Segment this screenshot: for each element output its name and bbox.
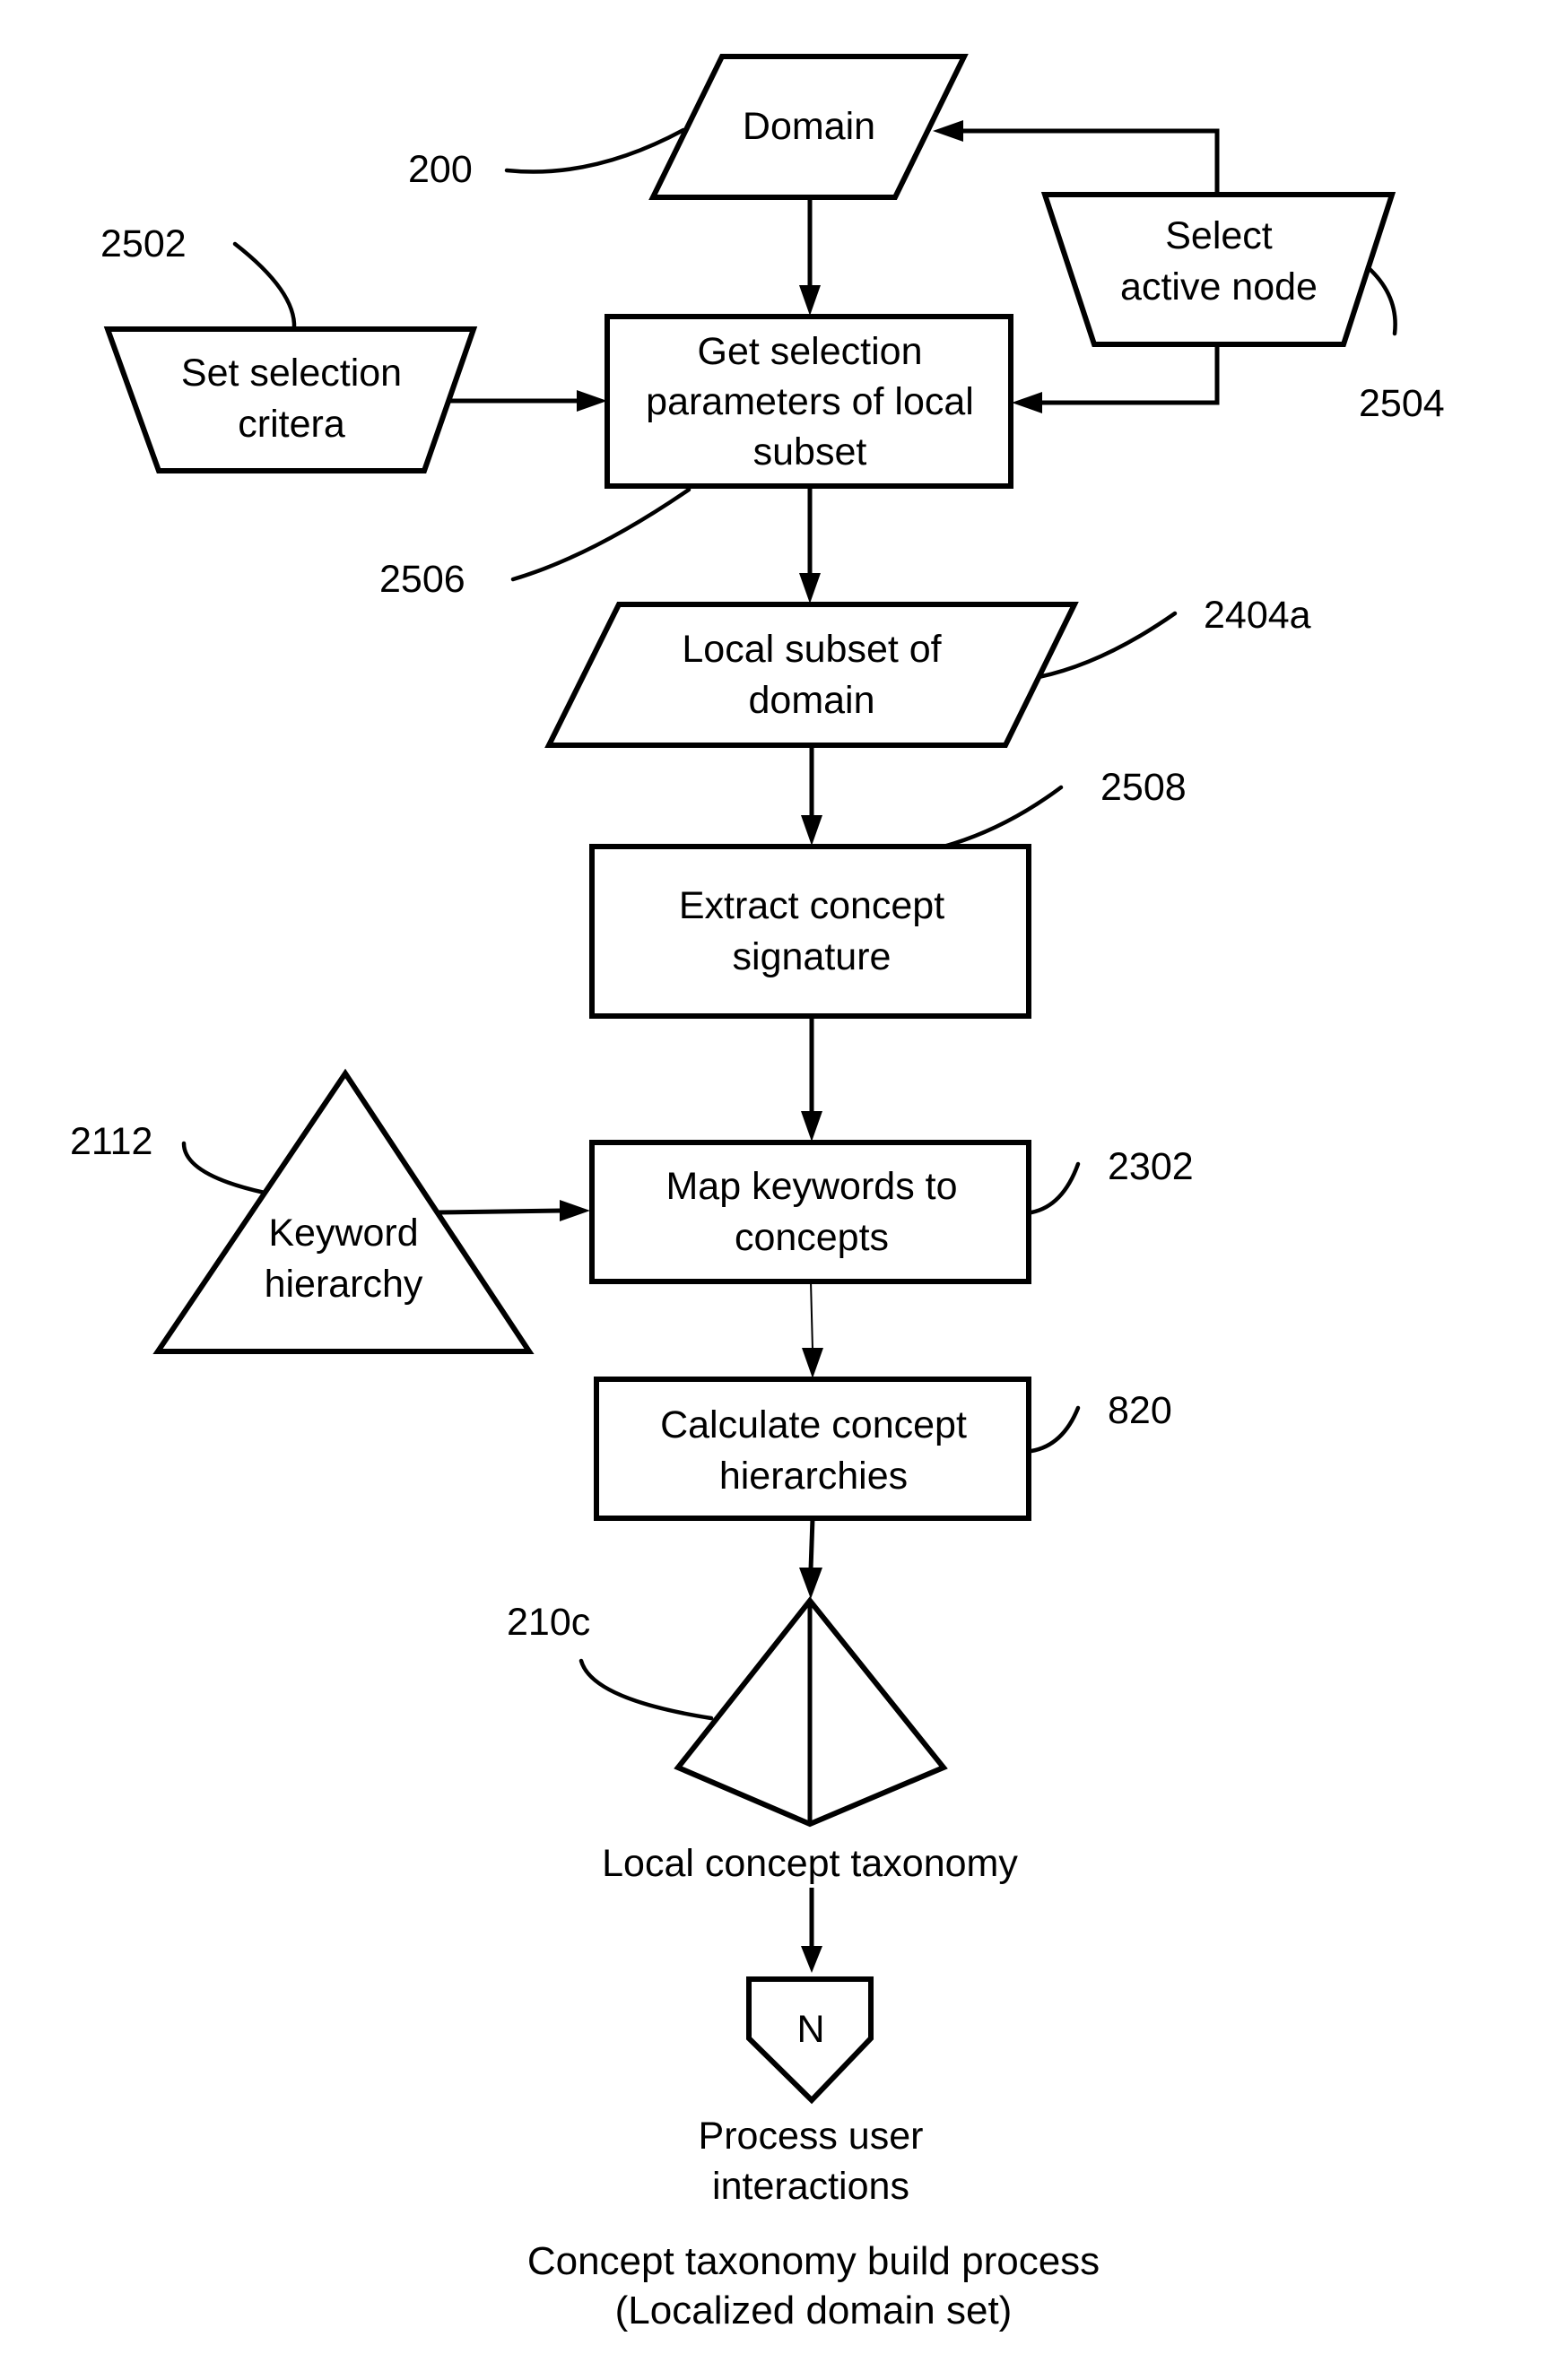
arrowhead <box>801 815 822 846</box>
ref-2508: 2508 <box>941 766 1187 849</box>
node-label: Select <box>1165 214 1273 257</box>
ref-label: 2506 <box>379 558 465 601</box>
node-label: Process user <box>699 2115 924 2158</box>
figure-caption-line-2: (Localized domain set) <box>615 2289 1013 2332</box>
ref-2506: 2506 <box>379 487 692 601</box>
ref-2112: 2112 <box>70 1120 267 1195</box>
node-label: domain <box>748 679 874 722</box>
arrowhead <box>1012 392 1042 413</box>
node-label: Calculate concept <box>660 1403 967 1446</box>
leader-line <box>1029 1161 1081 1215</box>
node-label: concepts <box>735 1216 889 1259</box>
node-label: Map keywords to <box>665 1165 957 1208</box>
arrowhead <box>802 1348 823 1378</box>
leader-line <box>1365 265 1397 336</box>
node-off-page-connector: N Process user interactions <box>699 1976 924 2208</box>
node-label: Get selection <box>698 330 923 373</box>
leader-line <box>504 127 686 174</box>
node-domain: Domain <box>648 54 969 200</box>
leader-line <box>181 1141 267 1195</box>
arrowhead <box>799 285 821 316</box>
node-label: subset <box>753 430 867 473</box>
node-label: active node <box>1120 265 1318 308</box>
node-label: interactions <box>712 2165 909 2208</box>
ref-label: 200 <box>408 148 473 191</box>
node-label: Set selection <box>181 352 402 395</box>
node-calculate-hierarchies: Calculate concept hierarchies <box>594 1377 1031 1521</box>
ref-2502: 2502 <box>100 222 297 331</box>
leader-line <box>232 241 297 331</box>
extract-shape <box>589 844 1031 1019</box>
leader-line <box>510 487 692 582</box>
ref-200: 200 <box>408 127 686 191</box>
ref-210c: 210c <box>507 1601 714 1721</box>
arrowhead <box>799 1568 822 1599</box>
arrowhead <box>799 573 821 604</box>
edge-select-node-to-get-params <box>1040 344 1220 405</box>
node-extract-concept-signature: Extract concept signature <box>589 844 1031 1019</box>
ref-label: 820 <box>1108 1389 1172 1432</box>
node-label: parameters of local <box>646 380 974 423</box>
arrowhead <box>801 1946 822 1973</box>
node-label: critera <box>238 403 345 446</box>
ref-2302: 2302 <box>1029 1145 1194 1215</box>
node-label: Keyword <box>268 1212 418 1255</box>
local-subset-shape <box>544 602 1079 748</box>
map-keywords-shape <box>589 1140 1031 1284</box>
arrowhead <box>801 1111 822 1142</box>
ref-2504: 2504 <box>1359 265 1445 425</box>
node-map-keywords: Map keywords to concepts <box>589 1140 1031 1284</box>
ref-2404a: 2404a <box>1036 594 1311 680</box>
node-get-selection-parameters: Get selection parameters of local subset <box>605 314 1013 489</box>
arrowhead <box>577 390 607 412</box>
node-label: hierarchy <box>265 1263 423 1306</box>
node-set-selection-criteria: Set selection critera <box>103 326 478 473</box>
ref-label: 2404a <box>1204 594 1311 637</box>
node-label: signature <box>733 935 892 978</box>
ref-820: 820 <box>1029 1389 1172 1454</box>
arrowhead <box>560 1200 590 1221</box>
edge-calc-to-taxonomy <box>808 1517 815 1570</box>
ref-label: 2508 <box>1100 766 1187 809</box>
edge-select-node-to-domain <box>961 128 1220 195</box>
node-label: Local concept taxonomy <box>602 1842 1018 1885</box>
node-select-active-node: Select active node <box>1040 192 1396 347</box>
edge-map-to-calc <box>810 1281 813 1351</box>
set-criteria-shape <box>103 326 478 473</box>
edge-keyword-hierarchy-to-map <box>438 1208 562 1215</box>
flowchart: Domain Set selection critera Select acti… <box>70 54 1445 2332</box>
ref-label: 2502 <box>100 222 187 265</box>
ref-label: 2112 <box>70 1120 152 1163</box>
node-label: Domain <box>743 105 875 148</box>
figure-caption-line-1: Concept taxonomy build process <box>527 2239 1100 2283</box>
ref-label: 2504 <box>1359 382 1445 425</box>
arrowhead <box>933 120 963 142</box>
ref-label: 2302 <box>1108 1145 1194 1188</box>
node-local-subset: Local subset of domain <box>544 602 1079 748</box>
leader-line <box>1029 1405 1081 1454</box>
node-label: hierarchies <box>719 1455 908 1498</box>
leader-line <box>578 1658 714 1721</box>
node-label: Local subset of <box>682 628 942 671</box>
node-label: Extract concept <box>679 884 944 927</box>
connector-symbol: N <box>796 2008 824 2051</box>
node-local-concept-taxonomy: Local concept taxonomy <box>602 1596 1018 1885</box>
ref-label: 210c <box>507 1601 590 1644</box>
leader-line <box>941 785 1064 849</box>
